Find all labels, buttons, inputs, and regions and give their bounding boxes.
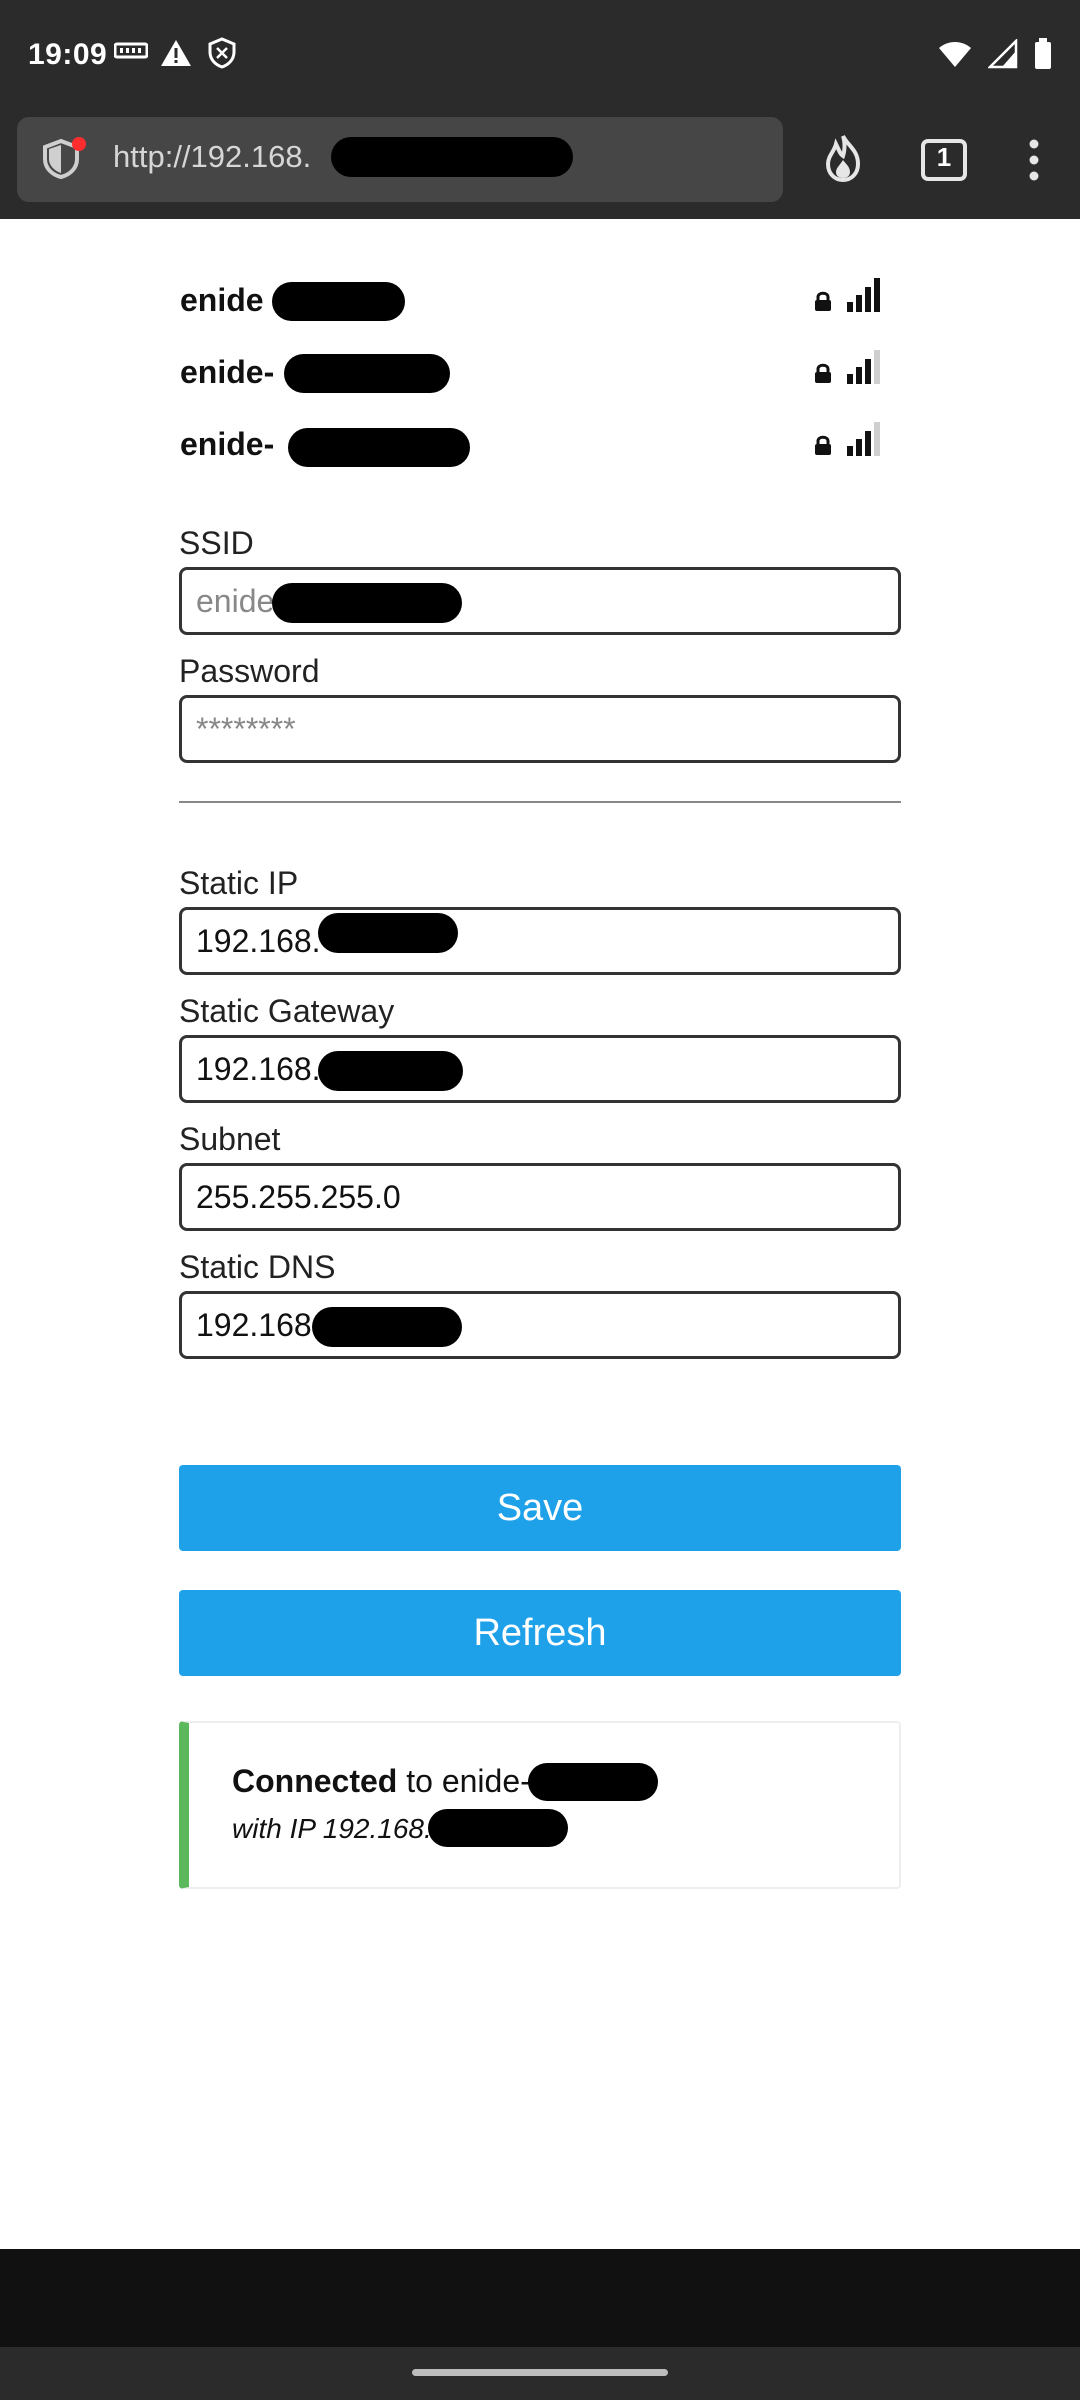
ssid-label: SSID: [179, 525, 254, 561]
static-config-form: Static IP 192.168. Static Gateway 192.16…: [179, 859, 901, 1359]
tabs-icon[interactable]: 1: [920, 138, 968, 182]
fire-icon[interactable]: [818, 132, 868, 184]
browser-bottom-area: [0, 2249, 1080, 2347]
url-text[interactable]: http://192.168.: [113, 139, 311, 175]
network-list: enide enide- enide-: [180, 264, 880, 480]
static-ip-input[interactable]: 192.168.: [179, 907, 901, 975]
divider: [179, 801, 901, 803]
static-ip-value: 192.168.: [196, 922, 321, 959]
static-ip-label: Static IP: [179, 865, 299, 901]
redaction: [284, 354, 450, 393]
subnet-value: 255.255.255.0: [196, 1178, 401, 1215]
lock-icon: [814, 362, 832, 389]
refresh-button[interactable]: Refresh: [179, 1590, 901, 1676]
redaction: [428, 1809, 568, 1847]
network-name[interactable]: enide-: [180, 354, 274, 391]
signal-strength-icon: [846, 278, 880, 317]
lock-icon: [814, 290, 832, 317]
cell-signal-icon: [986, 37, 1018, 74]
connected-label: Connected: [232, 1763, 398, 1799]
tracking-shield-icon[interactable]: [39, 135, 87, 188]
connection-ip-text: with IP 192.168.: [232, 1813, 432, 1844]
redaction: [272, 282, 405, 321]
browser-toolbar: http://192.168. 1: [0, 116, 1080, 219]
tab-count: 1: [936, 142, 952, 172]
clock: 19:09: [28, 38, 108, 71]
wifi-icon: [938, 40, 972, 73]
password-input[interactable]: ********: [179, 695, 901, 763]
wifi-credentials-form: SSID enide Password ********: [179, 519, 901, 763]
system-status-bar: 19:09: [0, 0, 1080, 116]
save-button[interactable]: Save: [179, 1465, 901, 1551]
battery-icon: [1034, 38, 1052, 75]
gateway-input[interactable]: 192.168.: [179, 1035, 901, 1103]
signal-strength-icon: [846, 422, 880, 461]
ssid-input[interactable]: enide: [179, 567, 901, 635]
ssid-placeholder: enide: [196, 582, 275, 619]
page-content: enide enide- enide- SSID enide Password …: [0, 219, 1080, 2249]
redaction: [272, 583, 462, 623]
lock-icon: [814, 434, 832, 461]
network-name[interactable]: enide-: [180, 426, 274, 463]
redaction: [318, 913, 458, 953]
redaction: [331, 137, 573, 177]
dns-value: 192.168: [196, 1306, 312, 1343]
connection-status-box: Connected to enide- with IP 192.168.: [179, 1721, 901, 1889]
subnet-label: Subnet: [179, 1121, 281, 1157]
dns-label: Static DNS: [179, 1249, 336, 1285]
redaction: [312, 1307, 462, 1347]
network-item[interactable]: enide-: [180, 408, 880, 480]
memory-icon: [113, 40, 149, 67]
connection-status-text: Connected to enide-: [232, 1763, 531, 1800]
subnet-input[interactable]: 255.255.255.0: [179, 1163, 901, 1231]
network-name[interactable]: enide: [180, 282, 264, 319]
dns-input[interactable]: 192.168: [179, 1291, 901, 1359]
signal-strength-icon: [846, 350, 880, 389]
password-label: Password: [179, 653, 320, 689]
overflow-menu-icon[interactable]: [1022, 138, 1046, 182]
redaction: [528, 1763, 658, 1801]
password-value: ********: [196, 710, 296, 747]
address-bar[interactable]: http://192.168.: [17, 117, 783, 202]
network-item[interactable]: enide: [180, 264, 880, 336]
redaction: [318, 1051, 463, 1091]
home-gesture-handle[interactable]: [412, 2369, 668, 2376]
gateway-value: 192.168.: [196, 1050, 321, 1087]
system-navigation-bar: [0, 2347, 1080, 2400]
connected-ssid: to enide-: [397, 1763, 531, 1799]
shield-icon: [208, 37, 236, 74]
gateway-label: Static Gateway: [179, 993, 395, 1029]
redaction: [288, 428, 470, 467]
warning-icon: [160, 38, 192, 73]
network-item[interactable]: enide-: [180, 336, 880, 408]
